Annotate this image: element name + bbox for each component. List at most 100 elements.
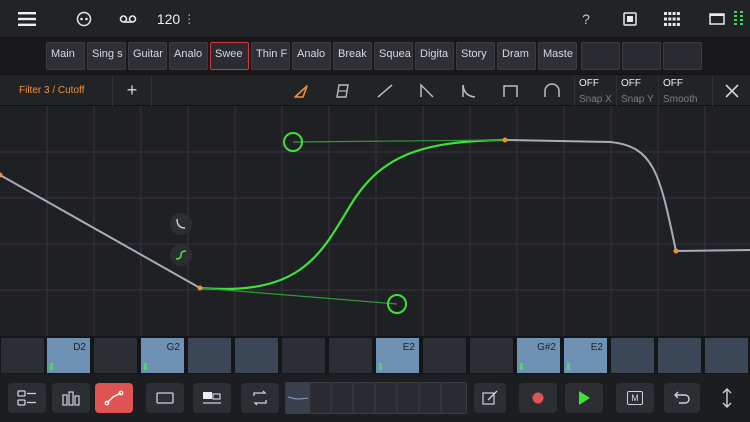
line-icon[interactable] xyxy=(374,81,396,101)
smooth-value: OFF xyxy=(663,78,683,89)
sequence-overview[interactable] xyxy=(285,382,467,414)
curve-segment-end[interactable] xyxy=(504,139,750,253)
top-bar: 120 ⋮ ? xyxy=(0,0,750,38)
pattern-slot[interactable]: Main xyxy=(46,42,85,70)
smooth-toggle[interactable]: OFF Smooth xyxy=(658,75,712,107)
arc-icon[interactable] xyxy=(541,81,563,101)
pattern-slot[interactable]: Thin F xyxy=(251,42,290,70)
step-pad[interactable]: E2 xyxy=(564,338,607,373)
step-pad[interactable] xyxy=(611,338,654,373)
automation-point[interactable] xyxy=(197,285,203,291)
grid-lines xyxy=(0,106,750,336)
pattern-slot[interactable]: Maste xyxy=(538,42,577,70)
step-pad[interactable] xyxy=(235,338,278,373)
tracks-icon xyxy=(17,390,36,406)
pen-tool-icon[interactable] xyxy=(290,81,312,101)
pattern-slot[interactable]: Analo xyxy=(292,42,331,70)
pattern-slot[interactable]: Sing s xyxy=(87,42,126,70)
loop-button[interactable] xyxy=(241,383,279,413)
exp-down-icon[interactable] xyxy=(458,81,480,101)
curve-shape-s-button[interactable] xyxy=(170,244,192,266)
pattern-slot-selected[interactable]: Swee xyxy=(210,42,249,70)
curve-shape-exp-button[interactable] xyxy=(170,213,192,235)
automation-point[interactable] xyxy=(502,137,508,143)
close-icon[interactable] xyxy=(712,75,750,107)
automation-view-button[interactable] xyxy=(95,383,133,413)
pattern-slot[interactable]: Break xyxy=(333,42,372,70)
step-pad[interactable]: G#2 xyxy=(517,338,560,373)
pattern-slot[interactable]: Story xyxy=(456,42,495,70)
undo-button[interactable] xyxy=(664,383,700,413)
loop-icon xyxy=(253,390,267,406)
step-pad[interactable] xyxy=(282,338,325,373)
pattern-slot[interactable]: Digita xyxy=(415,42,454,70)
ramp-down-icon[interactable] xyxy=(416,81,438,101)
pattern-slot-empty[interactable] xyxy=(622,42,661,70)
curve-segment-selected[interactable] xyxy=(199,138,506,291)
automation-graph[interactable] xyxy=(0,106,750,336)
automation-point[interactable] xyxy=(673,248,679,254)
play-button[interactable] xyxy=(565,383,603,413)
stop-square-icon[interactable] xyxy=(619,7,641,31)
step-note: G#2 xyxy=(537,342,556,353)
step-pad[interactable] xyxy=(705,338,748,373)
bars-icon xyxy=(62,391,80,406)
step-pad[interactable] xyxy=(94,338,137,373)
grid-icon[interactable] xyxy=(661,7,683,31)
snap-y-label: Snap Y xyxy=(621,94,654,105)
automation-canvas[interactable] xyxy=(0,106,750,336)
pattern-slot-empty[interactable] xyxy=(663,42,702,70)
resize-handle[interactable] xyxy=(712,383,742,413)
pattern-slot[interactable]: Squea xyxy=(374,42,413,70)
snap-x-value: OFF xyxy=(579,78,599,89)
copy-paste-icon xyxy=(203,392,221,404)
tempo-button[interactable]: 120 ⋮ xyxy=(157,7,196,31)
bpm-menu-icon: ⋮ xyxy=(183,12,196,26)
step-pad[interactable] xyxy=(329,338,372,373)
velocity-bar xyxy=(379,363,382,370)
selection-icon xyxy=(156,392,174,404)
help-button[interactable]: ? xyxy=(576,7,596,31)
menu-icon[interactable] xyxy=(14,7,40,31)
bottom-bar: M xyxy=(0,374,750,422)
edit-icon xyxy=(482,390,498,405)
step-pad[interactable] xyxy=(188,338,231,373)
snap-x-toggle[interactable]: OFF Snap X xyxy=(574,75,616,107)
step-pad[interactable] xyxy=(658,338,701,373)
step-row: D2 G2 E2 G#2 E2 xyxy=(0,336,750,374)
link-icon[interactable] xyxy=(72,7,96,31)
level-meter-icon xyxy=(733,7,745,31)
pattern-slot-empty[interactable] xyxy=(581,42,620,70)
step-note: E2 xyxy=(590,342,603,353)
pattern-slot[interactable]: Guitar xyxy=(128,42,167,70)
step-pad[interactable] xyxy=(423,338,466,373)
step-pad[interactable]: E2 xyxy=(376,338,419,373)
clipboard-button[interactable] xyxy=(193,383,231,413)
play-icon xyxy=(579,391,590,405)
tape-icon[interactable] xyxy=(116,7,140,31)
mute-button[interactable]: M xyxy=(616,383,654,413)
window-icon[interactable] xyxy=(706,7,728,31)
tracks-view-button[interactable] xyxy=(8,383,46,413)
mixer-view-button[interactable] xyxy=(52,383,90,413)
pattern-bank: Main Sing s Guitar Analo Swee Thin F Ana… xyxy=(0,38,750,74)
app-window: 120 ⋮ ? Main Sing s Guitar Analo Swee Thi… xyxy=(0,0,750,422)
step-pad[interactable]: D2 xyxy=(47,338,90,373)
pattern-slot[interactable]: Analo xyxy=(169,42,208,70)
automation-toolbar: Filter 3 / Cutoff + OFF Snap X OFF Snap … xyxy=(0,74,750,107)
square-icon[interactable] xyxy=(500,81,522,101)
add-parameter-button[interactable]: + xyxy=(112,75,152,107)
step-pad[interactable] xyxy=(470,338,513,373)
snap-y-value: OFF xyxy=(621,78,641,89)
record-button[interactable] xyxy=(519,383,557,413)
step-pad[interactable] xyxy=(1,338,44,373)
vertical-resize-icon xyxy=(722,388,732,408)
snap-y-toggle[interactable]: OFF Snap Y xyxy=(616,75,658,107)
step-note: G2 xyxy=(166,342,180,353)
edit-button[interactable] xyxy=(474,383,506,413)
pattern-slot[interactable]: Dram xyxy=(497,42,536,70)
step-pad[interactable]: G2 xyxy=(141,338,184,373)
parameter-selector[interactable]: Filter 3 / Cutoff xyxy=(0,75,110,107)
select-region-button[interactable] xyxy=(146,383,184,413)
eraser-icon[interactable] xyxy=(332,81,354,101)
